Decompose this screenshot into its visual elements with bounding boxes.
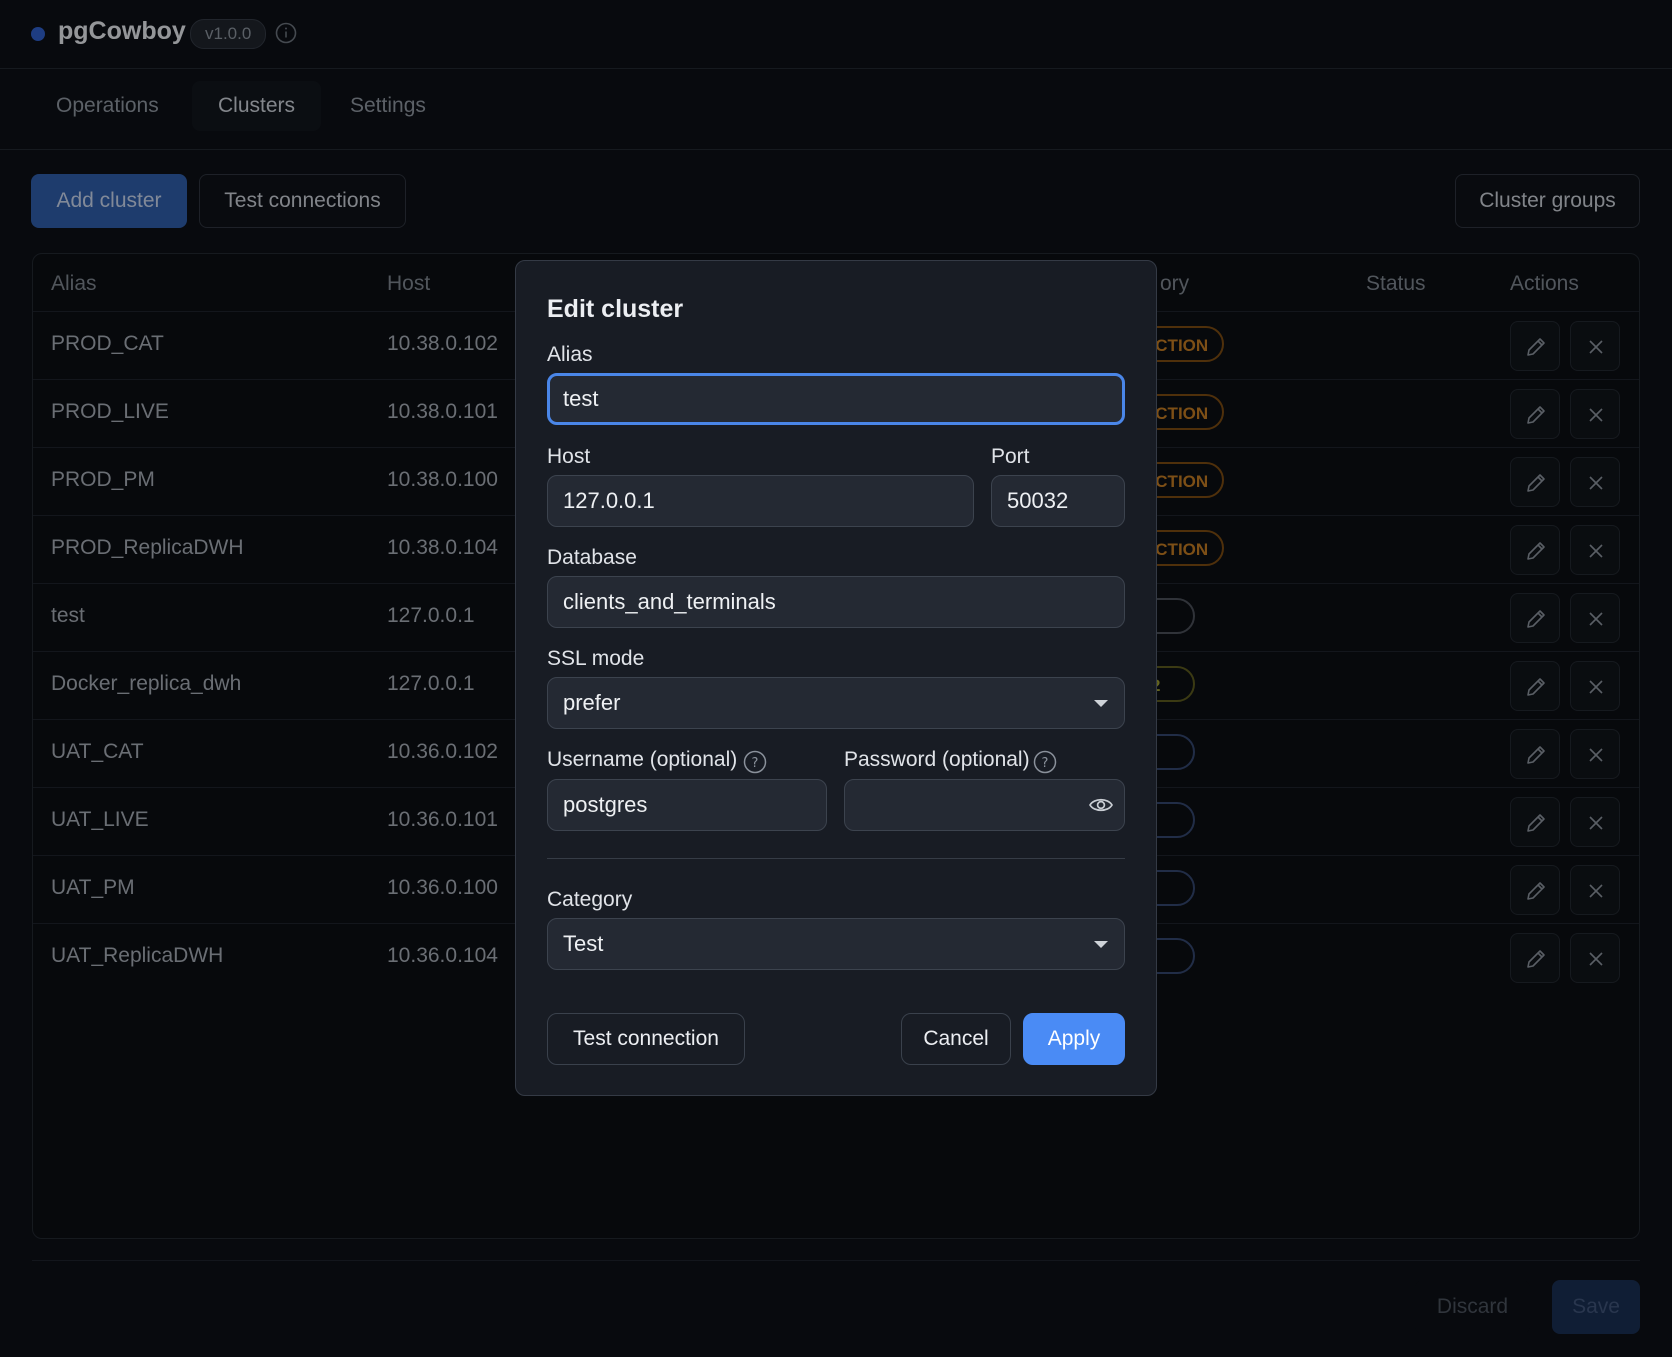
dialog-title: Edit cluster bbox=[547, 295, 684, 323]
chevron-down-icon bbox=[1094, 700, 1108, 707]
host-input[interactable]: 127.0.0.1 bbox=[547, 475, 974, 527]
password-label: Password (optional) bbox=[844, 748, 1030, 771]
cancel-button[interactable]: Cancel bbox=[901, 1013, 1011, 1065]
alias-label: Alias bbox=[547, 343, 593, 366]
username-input[interactable]: postgres bbox=[547, 779, 827, 831]
database-label: Database bbox=[547, 546, 637, 569]
category-select[interactable]: Test bbox=[547, 918, 1125, 970]
svg-text:?: ? bbox=[1042, 756, 1049, 771]
edit-cluster-dialog: Edit cluster Alias test Host 127.0.0.1 P… bbox=[515, 260, 1157, 1096]
ssl-mode-value: prefer bbox=[563, 690, 621, 715]
form-divider bbox=[547, 858, 1125, 859]
alias-input[interactable]: test bbox=[547, 373, 1125, 425]
host-label: Host bbox=[547, 445, 591, 468]
chevron-down-icon bbox=[1094, 941, 1108, 948]
port-input[interactable]: 50032 bbox=[991, 475, 1125, 527]
ssl-mode-select[interactable]: prefer bbox=[547, 677, 1125, 729]
ssl-mode-label: SSL mode bbox=[547, 647, 645, 670]
help-icon[interactable]: ? bbox=[1033, 750, 1057, 774]
category-value: Test bbox=[563, 931, 604, 956]
database-input[interactable]: clients_and_terminals bbox=[547, 576, 1125, 628]
apply-button[interactable]: Apply bbox=[1023, 1013, 1125, 1065]
category-label: Category bbox=[547, 888, 633, 911]
eye-icon[interactable] bbox=[1088, 795, 1114, 815]
username-label: Username (optional) bbox=[547, 748, 738, 771]
port-label: Port bbox=[991, 445, 1030, 468]
svg-text:?: ? bbox=[752, 756, 759, 771]
help-icon[interactable]: ? bbox=[743, 750, 767, 774]
test-connection-button[interactable]: Test connection bbox=[547, 1013, 745, 1065]
password-input[interactable] bbox=[844, 779, 1125, 831]
